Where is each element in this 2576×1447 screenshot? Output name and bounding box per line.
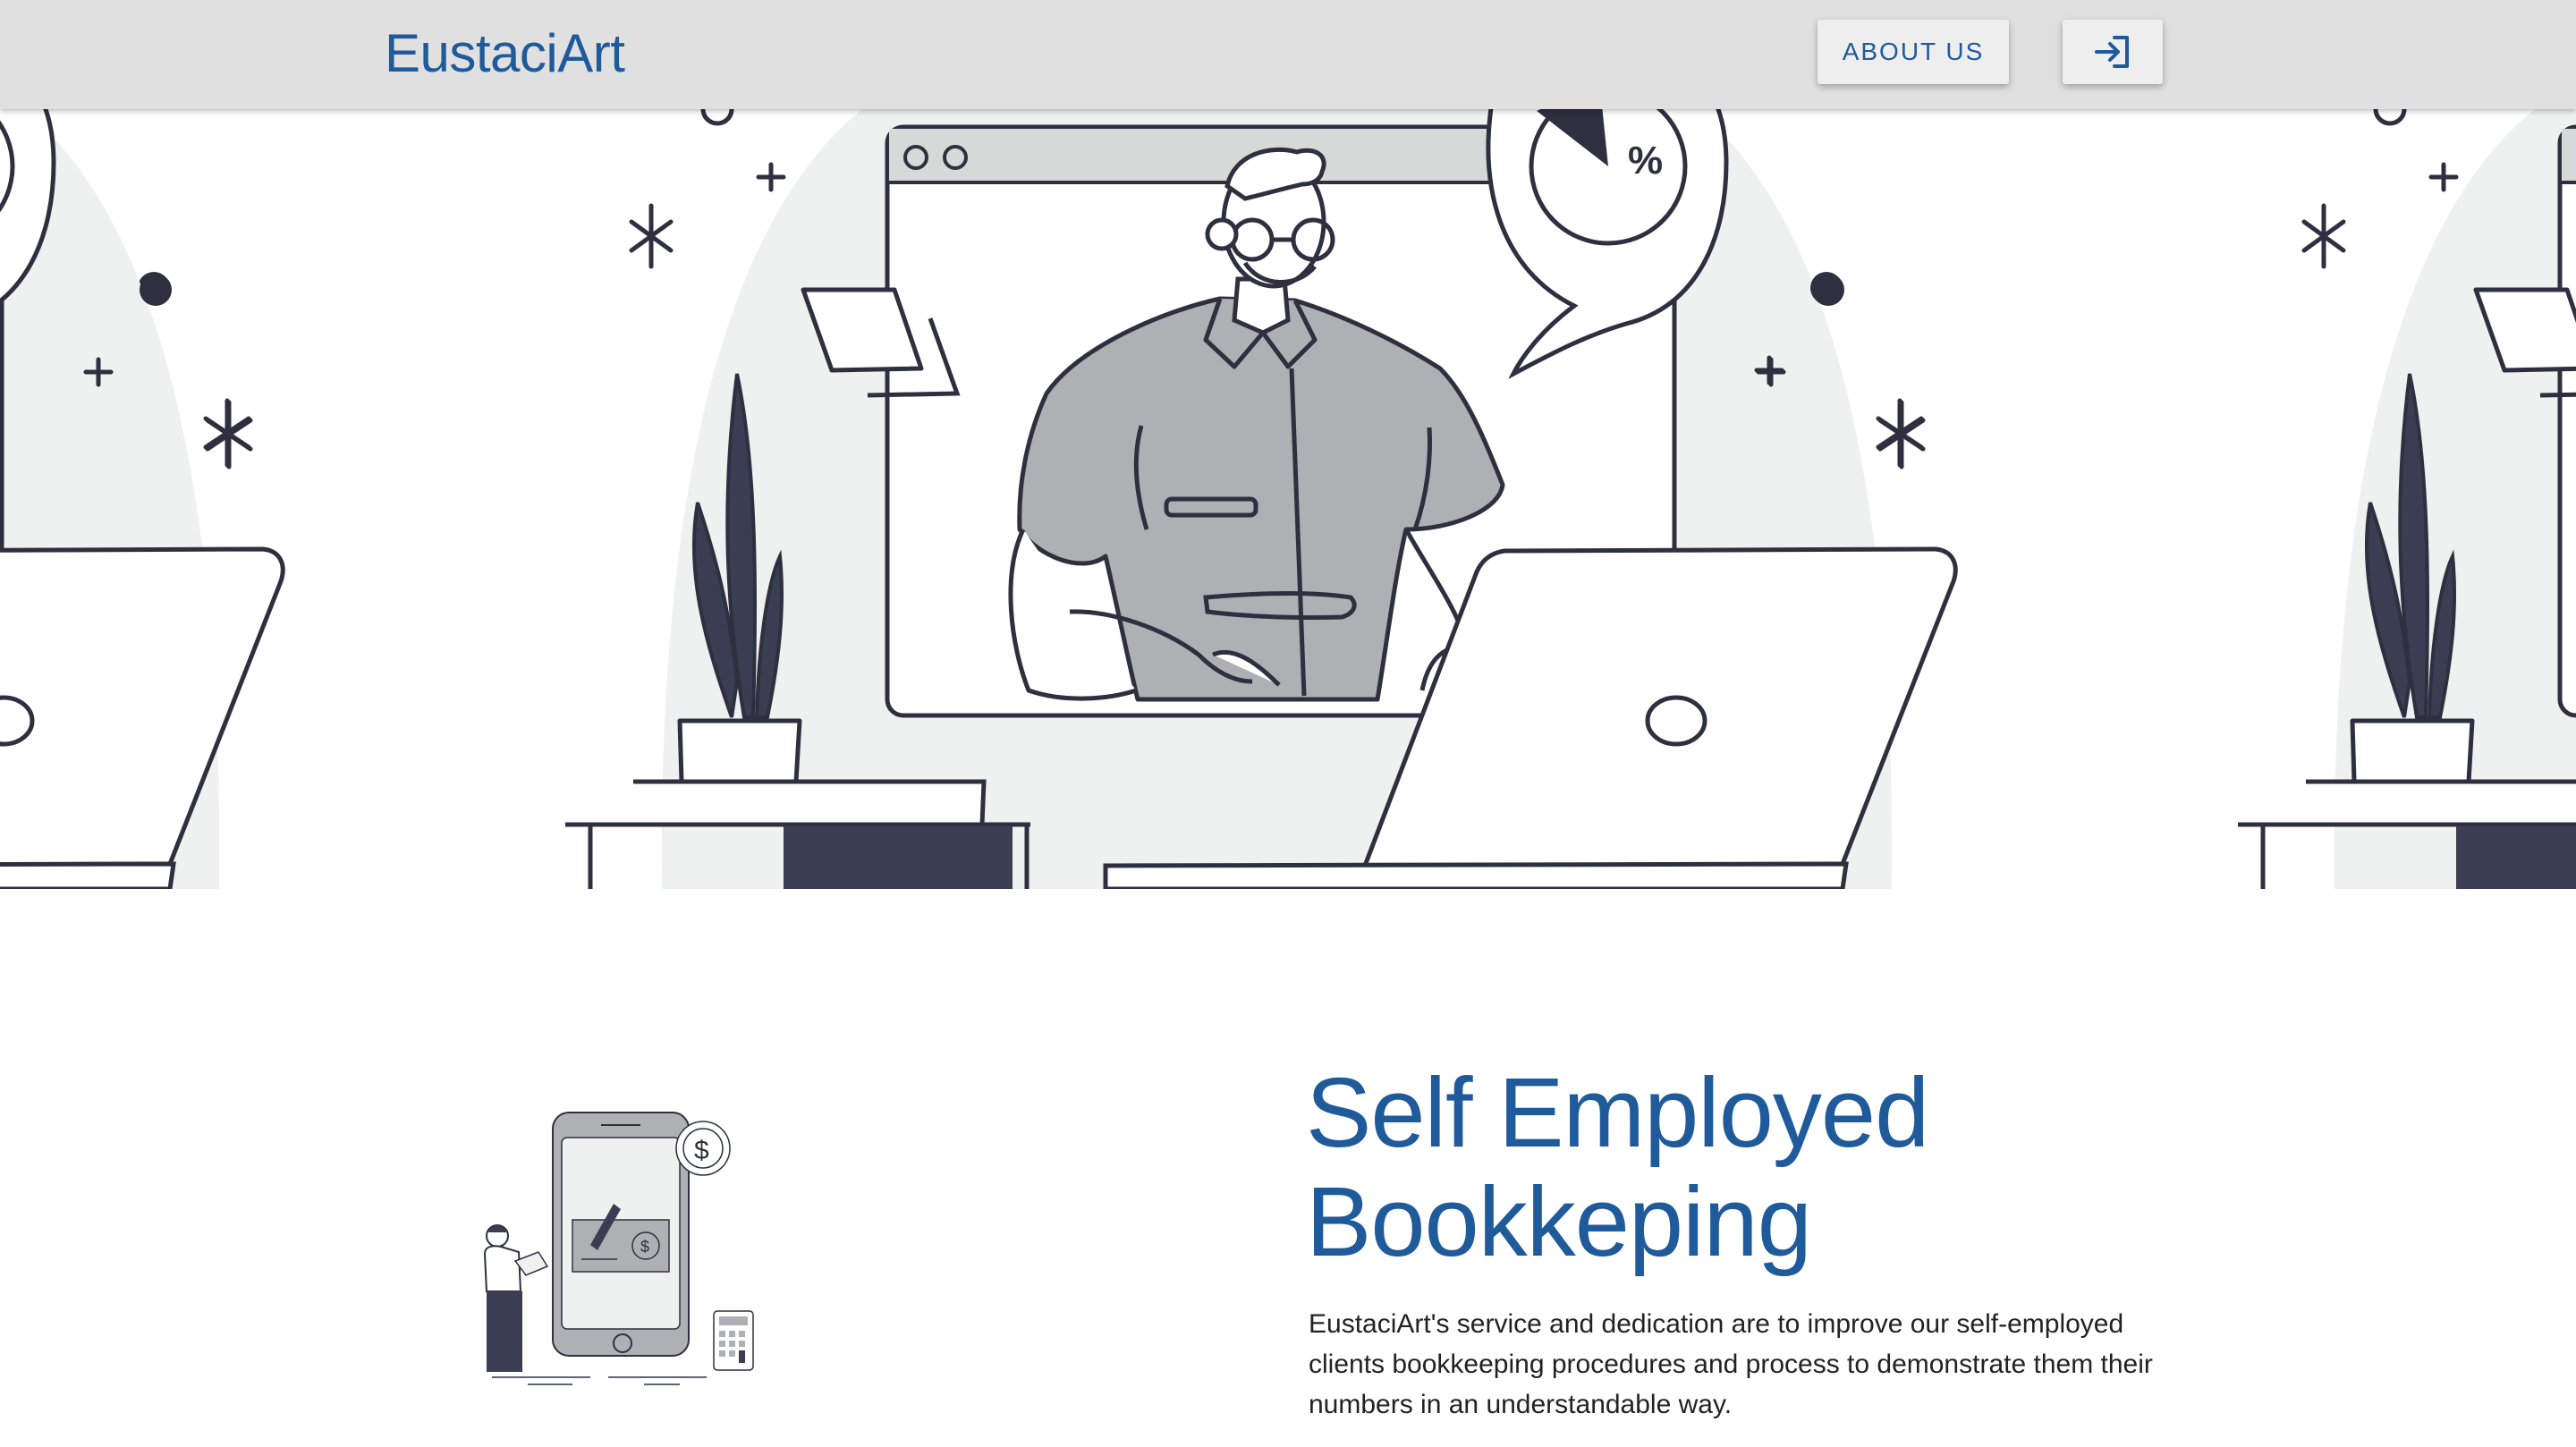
heading-line-1: Self Employed (1306, 1058, 1929, 1168)
heading-line-2: Bookkeping (1306, 1167, 1812, 1277)
main-content: $ $ Self Employed Bookkeping EustaciArt'… (0, 889, 2576, 1447)
section-description: EustaciArt's service and dedication are … (1309, 1309, 2153, 1419)
brand-logo-link[interactable]: EustaciArt (385, 20, 625, 88)
hero-banner: % (0, 109, 2576, 889)
mobile-check-payment-illustration: $ $ (483, 1112, 754, 1385)
login-arrow-icon (2095, 36, 2129, 68)
section-heading: Self Employed Bookkeping (1306, 1059, 2200, 1277)
man-at-laptop-illustration: % (0, 109, 2576, 889)
top-navigation-bar: EustaciArt ABOUT US (0, 0, 2576, 109)
about-us-button[interactable]: ABOUT US (1818, 20, 2009, 84)
dollar-symbol-check: $ (640, 1238, 649, 1256)
dollar-symbol-coin: $ (694, 1136, 709, 1165)
login-button[interactable] (2063, 20, 2163, 84)
